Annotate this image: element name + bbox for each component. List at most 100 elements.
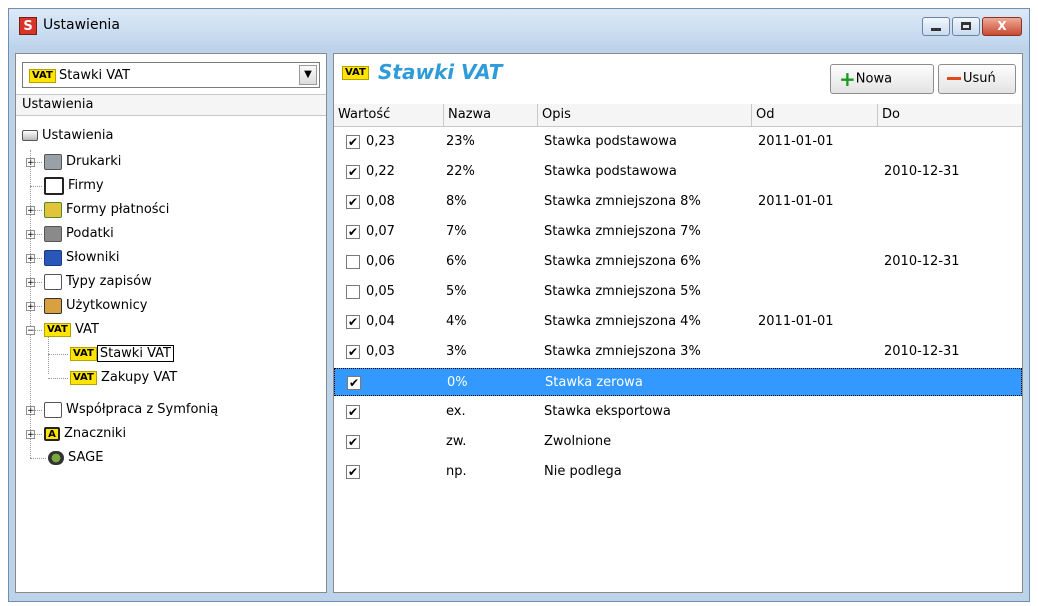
column-header-nazwa[interactable]: Nazwa bbox=[444, 104, 538, 126]
cell-name: 3% bbox=[446, 344, 467, 359]
row-checkbox[interactable]: ✔ bbox=[346, 165, 360, 179]
table-row[interactable]: 0,06 6% Stawka zmniejszona 6% 2010-12-31 bbox=[334, 248, 1022, 276]
minimize-icon bbox=[931, 28, 941, 31]
row-checkbox[interactable]: ✔ bbox=[347, 376, 361, 390]
cell-description: Stawka podstawowa bbox=[544, 164, 677, 179]
cell-value: 0,03 bbox=[366, 344, 395, 359]
cell-valid-from: 2011-01-01 bbox=[758, 314, 834, 329]
delete-button[interactable]: Usuń bbox=[938, 64, 1016, 94]
tree-header: Ustawienia bbox=[16, 94, 326, 116]
tree-item-typy-zapisow[interactable]: Typy zapisów bbox=[44, 270, 152, 294]
cell-valid-to: 2010-12-31 bbox=[884, 164, 960, 179]
column-header-opis[interactable]: Opis bbox=[538, 104, 752, 126]
expand-icon[interactable]: + bbox=[26, 406, 35, 416]
cell-description: Stawka zmniejszona 7% bbox=[544, 224, 701, 239]
tree-item-label: Zakupy VAT bbox=[101, 370, 178, 385]
row-checkbox[interactable]: ✔ bbox=[346, 135, 360, 149]
tree-line bbox=[48, 354, 68, 355]
maximize-button[interactable] bbox=[952, 17, 980, 36]
tree-item-sage[interactable]: SAGE bbox=[48, 446, 103, 470]
table-row[interactable]: ✔ 0,08 8% Stawka zmniejszona 8% 2011-01-01 bbox=[334, 188, 1022, 216]
cell-description: Stawka zmniejszona 5% bbox=[544, 284, 701, 299]
expand-icon[interactable]: + bbox=[26, 254, 35, 264]
tree-item-label: Typy zapisów bbox=[66, 274, 152, 289]
row-checkbox[interactable]: ✔ bbox=[346, 315, 360, 329]
row-checkbox[interactable]: ✔ bbox=[346, 345, 360, 359]
table-row[interactable]: ✔ zw. Zwolnione bbox=[334, 428, 1022, 456]
table-row[interactable]: ✔ 0,22 22% Stawka podstawowa 2010-12-31 bbox=[334, 158, 1022, 186]
vat-badge-icon: VAT bbox=[70, 346, 97, 361]
tree-item-znaczniki[interactable]: A Znaczniki bbox=[44, 422, 126, 446]
cell-name: 5% bbox=[446, 284, 467, 299]
expand-icon[interactable]: + bbox=[26, 278, 35, 288]
settings-window: S Ustawienia X VAT Stawki VAT ▼ Ustawien… bbox=[8, 8, 1030, 602]
payment-icon bbox=[44, 201, 62, 218]
row-checkbox[interactable]: ✔ bbox=[346, 405, 360, 419]
table-row[interactable]: ✔ 0,07 7% Stawka zmniejszona 7% bbox=[334, 218, 1022, 246]
tree-item-drukarki[interactable]: Drukarki bbox=[44, 150, 121, 174]
close-button[interactable]: X bbox=[982, 17, 1022, 36]
calculator-icon bbox=[44, 225, 62, 242]
tree-item-vat[interactable]: VAT VAT bbox=[44, 318, 99, 342]
expand-icon[interactable]: + bbox=[26, 302, 35, 312]
tree-item-uzytkownicy[interactable]: Użytkownicy bbox=[44, 294, 147, 318]
table-row[interactable]: ✔ np. Nie podlega bbox=[334, 458, 1022, 486]
row-checkbox[interactable] bbox=[346, 255, 360, 269]
column-header-do[interactable]: Do bbox=[878, 104, 1022, 126]
title-bar[interactable]: S Ustawienia X bbox=[9, 9, 1029, 45]
dropdown-arrow-icon[interactable]: ▼ bbox=[299, 65, 317, 85]
table-row[interactable]: 0,05 5% Stawka zmniejszona 5% bbox=[334, 278, 1022, 306]
minus-icon bbox=[947, 77, 961, 80]
tree-item-ustawienia[interactable]: Ustawienia bbox=[22, 124, 113, 148]
cell-value: 0,04 bbox=[366, 314, 395, 329]
table-row[interactable]: ✔ 0,03 3% Stawka zmniejszona 3% 2010-12-31 bbox=[334, 338, 1022, 366]
cell-valid-from: 2011-01-01 bbox=[758, 194, 834, 209]
collapse-icon[interactable]: − bbox=[26, 326, 35, 336]
expand-icon[interactable]: + bbox=[26, 158, 35, 168]
table-row[interactable]: ✔ 0,04 4% Stawka zmniejszona 4% 2011-01-01 bbox=[334, 308, 1022, 336]
tree-item-label: Firmy bbox=[68, 178, 104, 193]
cell-name: 22% bbox=[446, 164, 475, 179]
expand-icon[interactable]: + bbox=[26, 230, 35, 240]
tree-line bbox=[30, 458, 46, 459]
window-title: Ustawienia bbox=[43, 17, 120, 33]
tree-item-label: Współpraca z Symfonią bbox=[66, 402, 219, 417]
row-checkbox[interactable]: ✔ bbox=[346, 195, 360, 209]
tree-item-stawki-vat[interactable]: VAT Stawki VAT bbox=[70, 342, 174, 366]
minimize-button[interactable] bbox=[922, 17, 950, 36]
expand-icon[interactable]: + bbox=[26, 430, 35, 440]
table-row[interactable]: ✔ 0,23 23% Stawka podstawowa 2011-01-01 bbox=[334, 128, 1022, 156]
cell-value: 0,06 bbox=[366, 254, 395, 269]
cell-name: 7% bbox=[446, 224, 467, 239]
tree-item-podatki[interactable]: Podatki bbox=[44, 222, 114, 246]
tree-item-label: Użytkownicy bbox=[66, 298, 148, 313]
row-checkbox[interactable]: ✔ bbox=[346, 435, 360, 449]
cell-value: 0,08 bbox=[366, 194, 395, 209]
tree-line bbox=[48, 378, 68, 379]
row-checkbox[interactable]: ✔ bbox=[346, 225, 360, 239]
tree-item-label: Słowniki bbox=[66, 250, 120, 265]
cell-description: Stawka podstawowa bbox=[544, 134, 677, 149]
cell-name: 6% bbox=[446, 254, 467, 269]
tree-item-wspolpraca[interactable]: Współpraca z Symfonią bbox=[44, 398, 218, 422]
cell-name: 8% bbox=[446, 194, 467, 209]
column-header-od[interactable]: Od bbox=[752, 104, 878, 126]
table-row[interactable]: ✔ ex. Stawka eksportowa bbox=[334, 398, 1022, 426]
cell-valid-from: 2011-01-01 bbox=[758, 134, 834, 149]
tree-item-zakupy-vat[interactable]: VAT Zakupy VAT bbox=[70, 366, 177, 390]
tree-item-firmy[interactable]: Firmy bbox=[44, 174, 104, 198]
row-checkbox[interactable] bbox=[346, 285, 360, 299]
column-header-wartosc[interactable]: Wartość bbox=[334, 104, 444, 126]
settings-tree-panel: VAT Stawki VAT ▼ Ustawienia Ustawienia +… bbox=[15, 53, 327, 593]
tree-item-formy-platnosci[interactable]: Formy płatności bbox=[44, 198, 169, 222]
plus-icon: + bbox=[839, 67, 856, 91]
section-combobox[interactable]: VAT Stawki VAT ▼ bbox=[22, 62, 320, 88]
cell-value: 0,07 bbox=[366, 224, 395, 239]
row-checkbox[interactable]: ✔ bbox=[346, 465, 360, 479]
cell-valid-to: 2010-12-31 bbox=[884, 344, 960, 359]
table-row[interactable]: ✔ 0% Stawka zerowa bbox=[334, 368, 1022, 396]
new-button-label: Nowa bbox=[855, 71, 893, 87]
new-button[interactable]: +Nowa bbox=[830, 64, 934, 94]
expand-icon[interactable]: + bbox=[26, 206, 35, 216]
tree-item-slowniki[interactable]: Słowniki bbox=[44, 246, 120, 270]
